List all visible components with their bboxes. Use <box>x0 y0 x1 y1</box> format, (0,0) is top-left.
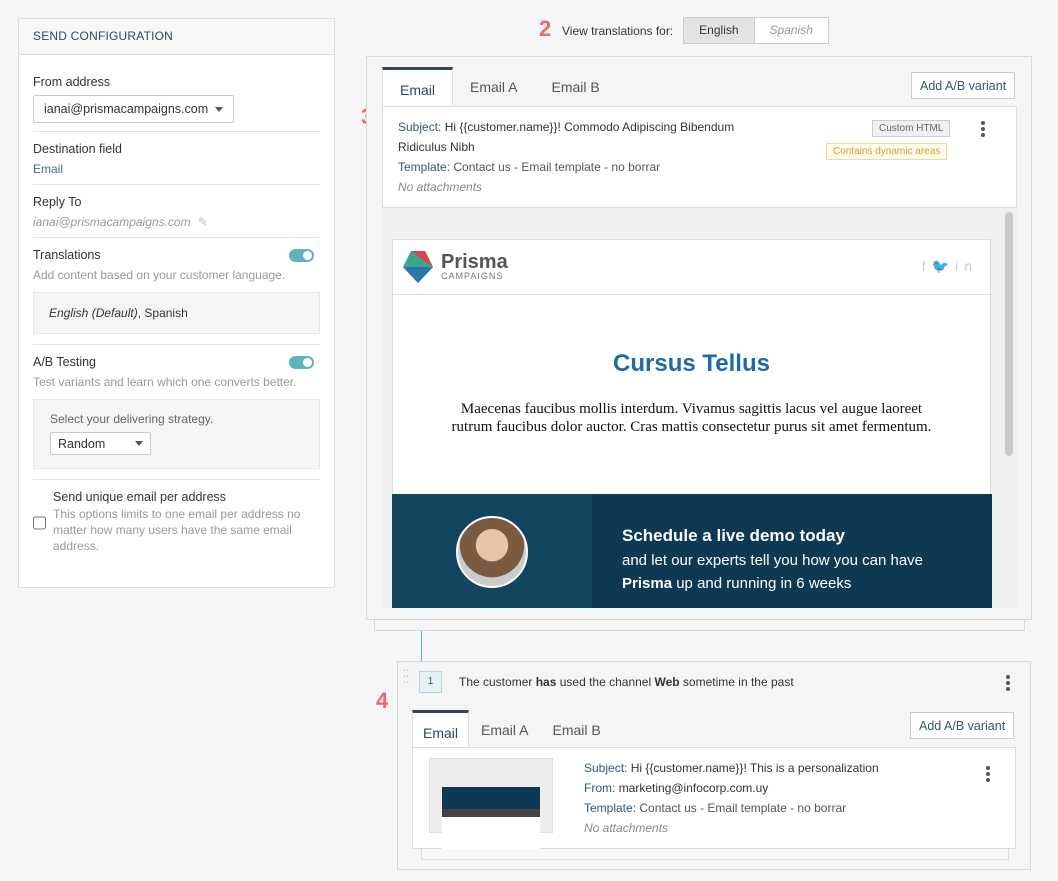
ab-testing-description: Test variants and learn which one conver… <box>33 375 297 389</box>
translations-label: View translations for: <box>562 23 674 38</box>
language-spanish-button[interactable]: Spanish <box>754 17 829 44</box>
preview-scrollbar[interactable] <box>1005 212 1013 456</box>
translation-switcher: View translations for: English Spanish <box>562 17 829 44</box>
tab-email-a[interactable]: Email A <box>453 67 534 105</box>
rule-text: sometime in the past <box>679 675 794 689</box>
email-variant-card: Email Email A Email B Add A/B variant Su… <box>366 56 1032 620</box>
panel-title: SEND CONFIGURATION <box>19 19 334 55</box>
from-address-value: ianai@prismacampaigns.com <box>44 102 209 116</box>
reply-to-value: ianai@prismacampaigns.com <box>33 215 191 229</box>
strategy-value: Random <box>58 436 106 451</box>
send-configuration-panel: SEND CONFIGURATION From address ianai@pr… <box>18 18 335 588</box>
unique-email-label: Send unique email per address <box>53 490 227 504</box>
rule-index-badge: 1 <box>419 671 442 693</box>
rule-channel: Web <box>654 675 680 689</box>
rule-email-info: Subject: Hi {{customer.name}}! This is a… <box>412 747 1016 849</box>
template-value: Contact us - Email template - no borrar <box>453 160 661 174</box>
avatar <box>456 516 528 588</box>
template-key: Template: <box>584 801 637 815</box>
more-options-icon[interactable] <box>981 121 985 139</box>
email-thumbnail[interactable] <box>429 758 553 849</box>
destination-field-link[interactable]: Email <box>33 162 320 176</box>
subject-value: Hi {{customer.name}}! Commodo Adipiscing… <box>444 120 735 134</box>
reply-to-label: Reply To <box>33 195 82 209</box>
drag-handle-icon[interactable]: ⁚⁚ ⁚⁚ <box>403 670 409 686</box>
pencil-icon[interactable]: ✎ <box>198 215 208 229</box>
cta-line-2: up and running in 6 weeks <box>672 575 852 592</box>
unique-email-checkbox[interactable] <box>33 492 46 554</box>
from-value: marketing@infocorp.com.uy <box>618 781 769 795</box>
add-ab-variant-button[interactable]: Add A/B variant <box>911 72 1016 99</box>
annotation-2: 2 <box>539 16 552 41</box>
template-value: Contact us - Email template - no borrar <box>639 801 847 815</box>
attachments: No attachments <box>584 821 669 835</box>
logo-text: Prisma <box>441 251 508 273</box>
ab-testing-toggle[interactable] <box>289 356 314 369</box>
tab-email-a[interactable]: Email A <box>469 710 540 748</box>
from-address-label: From address <box>33 75 111 89</box>
strategy-label: Select your delivering strategy. <box>50 412 214 426</box>
annotation-4: 4 <box>376 688 389 713</box>
subject-key: Subject: <box>584 761 628 775</box>
cta-brand: Prisma <box>622 575 673 592</box>
tab-email-b[interactable]: Email B <box>540 710 612 748</box>
subject-value: Hi {{customer.name}}! This is a personal… <box>630 761 879 775</box>
default-language: English (Default) <box>49 306 138 320</box>
rule-card: ⁚⁚ ⁚⁚ 1 The customer has used the channel… <box>397 661 1031 870</box>
dynamic-areas-badge: Contains dynamic areas <box>826 143 948 160</box>
connector-line <box>421 631 422 661</box>
languages-box: English (Default), Spanish <box>33 292 320 334</box>
email-preview: Prisma CAMPAIGNS f🐦in Cursus Tellus Maece… <box>382 208 1017 608</box>
rule-text-bold: has <box>535 675 557 689</box>
twitter-icon[interactable]: 🐦 <box>932 258 955 274</box>
email-body: Maecenas faucibus mollis interdum. Vivam… <box>451 401 932 435</box>
translations-toggle[interactable] <box>289 249 314 262</box>
attachments: No attachments <box>398 180 483 194</box>
ab-testing-label: A/B Testing <box>33 355 97 369</box>
email-more-options-icon[interactable] <box>986 766 990 784</box>
logo-subtext: CAMPAIGNS <box>441 271 504 281</box>
email-info: Subject: Hi {{customer.name}}! Commodo A… <box>382 106 1017 208</box>
prisma-logo-icon <box>403 251 433 283</box>
rule-text: The customer <box>459 675 536 689</box>
translations-description: Add content based on your customer langu… <box>33 268 286 282</box>
template-key: Template: <box>398 160 451 174</box>
rule-text: used the channel <box>556 675 655 689</box>
unique-email-description: This options limits to one email per add… <box>53 507 301 553</box>
cta-title: Schedule a live demo today <box>622 526 845 545</box>
subject-key: Subject: <box>398 120 442 134</box>
other-languages: , Spanish <box>137 306 188 320</box>
custom-html-badge: Custom HTML <box>872 120 951 137</box>
caret-down-icon <box>135 441 143 446</box>
email-heading: Cursus Tellus <box>613 350 770 377</box>
caret-down-icon <box>215 106 223 112</box>
strategy-select[interactable]: Random <box>50 432 151 455</box>
linkedin-icon[interactable]: in <box>955 258 978 274</box>
tab-email[interactable]: Email <box>412 710 470 748</box>
from-key: From: <box>584 781 616 795</box>
language-english-button[interactable]: English <box>683 17 755 44</box>
from-address-select[interactable]: ianai@prismacampaigns.com <box>33 95 234 123</box>
destination-field-label: Destination field <box>33 142 122 156</box>
add-ab-variant-button[interactable]: Add A/B variant <box>910 712 1015 739</box>
rule-more-options-icon[interactable] <box>1006 675 1010 693</box>
cta-line: and let our experts tell you how you can… <box>622 552 924 569</box>
tab-email[interactable]: Email <box>382 67 454 105</box>
translations-label: Translations <box>33 248 101 262</box>
facebook-icon[interactable]: f <box>922 258 932 274</box>
tab-email-b[interactable]: Email B <box>534 67 616 105</box>
